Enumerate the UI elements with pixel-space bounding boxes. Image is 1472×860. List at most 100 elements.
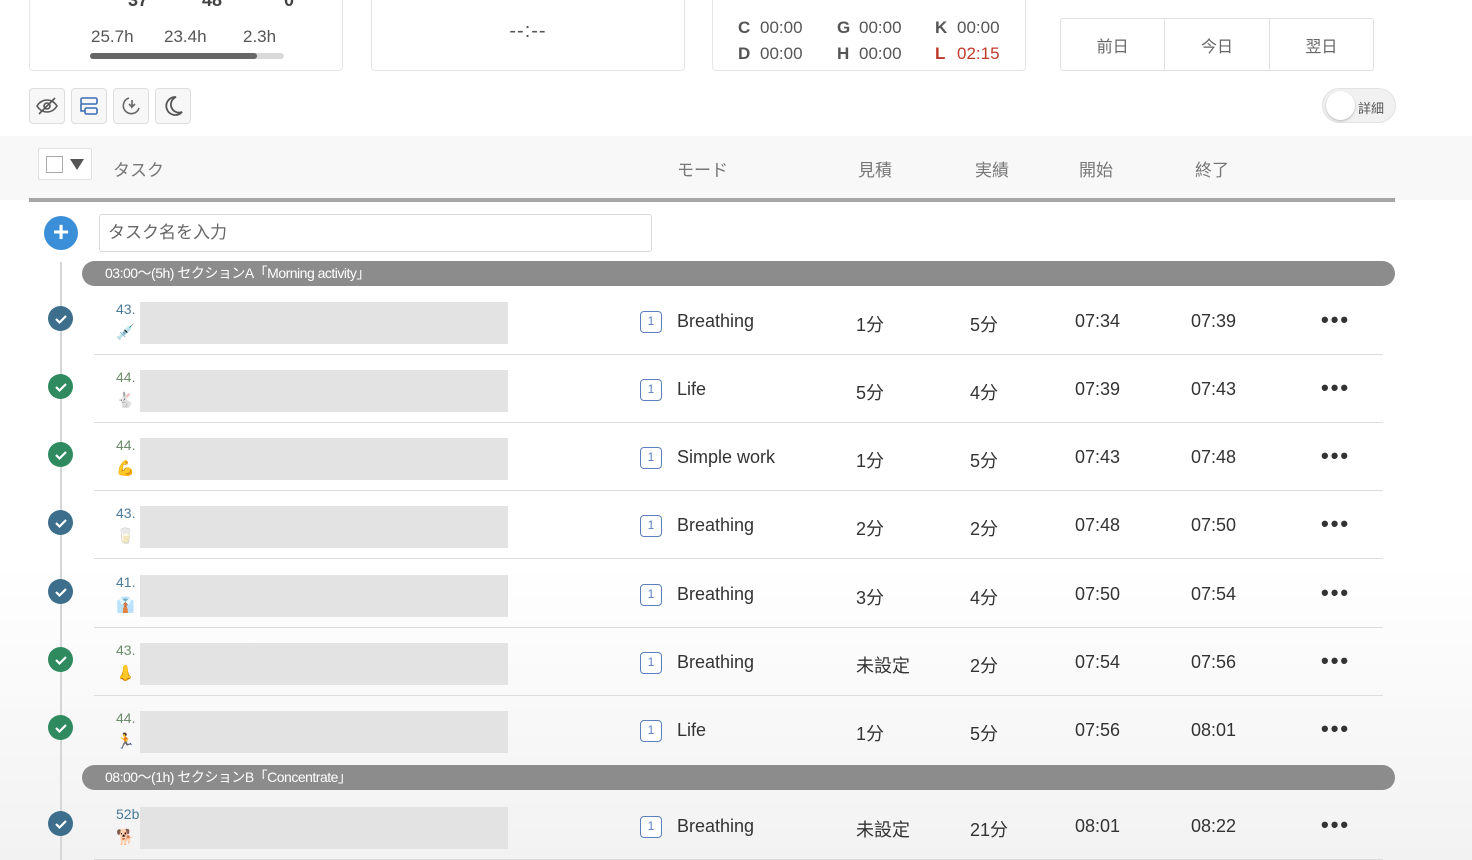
task-start[interactable]: 07:39 xyxy=(1075,379,1120,400)
completed-check-icon[interactable] xyxy=(48,442,73,467)
task-mode[interactable]: Breathing xyxy=(677,515,754,536)
more-options-button[interactable]: ••• xyxy=(1321,716,1350,742)
task-actual[interactable]: 5分 xyxy=(970,447,998,473)
task-end[interactable]: 07:50 xyxy=(1191,515,1236,536)
task-title-redacted[interactable] xyxy=(140,807,508,849)
caret-down-icon[interactable] xyxy=(70,159,84,170)
task-mode[interactable]: Breathing xyxy=(677,584,754,605)
task-estimate[interactable]: 未設定 xyxy=(856,816,910,842)
task-actual[interactable]: 2分 xyxy=(970,515,998,541)
task-title-redacted[interactable] xyxy=(140,506,508,548)
task-end[interactable]: 07:54 xyxy=(1191,584,1236,605)
task-end[interactable]: 07:56 xyxy=(1191,652,1236,673)
table-row[interactable]: 43.💉1Breathing1分5分07:3407:39••• xyxy=(0,287,1472,355)
header-estimate[interactable]: 見積 xyxy=(858,156,892,181)
more-options-button[interactable]: ••• xyxy=(1321,511,1350,537)
task-estimate[interactable]: 1分 xyxy=(856,720,884,746)
task-start[interactable]: 07:56 xyxy=(1075,720,1120,741)
task-title-redacted[interactable] xyxy=(140,370,508,412)
completed-check-icon[interactable] xyxy=(48,647,73,672)
task-mode[interactable]: Breathing xyxy=(677,816,754,837)
task-estimate[interactable]: 2分 xyxy=(856,515,884,541)
task-title-redacted[interactable] xyxy=(140,575,508,617)
task-start[interactable]: 08:01 xyxy=(1075,816,1120,837)
header-task[interactable]: タスク xyxy=(113,156,164,181)
table-row[interactable]: 43.🥛1Breathing2分2分07:4807:50••• xyxy=(0,491,1472,559)
table-header xyxy=(0,136,1472,200)
grade-k: K00:00 xyxy=(935,18,1000,38)
section-view-button[interactable] xyxy=(71,88,107,124)
header-actual[interactable]: 実績 xyxy=(975,156,1009,181)
task-title-redacted[interactable] xyxy=(140,643,508,685)
add-task-button[interactable]: + xyxy=(44,216,78,250)
task-title-redacted[interactable] xyxy=(140,438,508,480)
task-mode[interactable]: Life xyxy=(677,720,706,741)
task-mode[interactable]: Breathing xyxy=(677,311,754,332)
night-mode-button[interactable] xyxy=(155,88,191,124)
completed-check-icon[interactable] xyxy=(48,811,73,836)
task-actual[interactable]: 4分 xyxy=(970,584,998,610)
task-estimate[interactable]: 5分 xyxy=(856,379,884,405)
cut-value: 37 xyxy=(128,0,148,11)
table-row[interactable]: 41.👔1Breathing3分4分07:5007:54••• xyxy=(0,560,1472,628)
completed-check-icon[interactable] xyxy=(48,510,73,535)
task-start[interactable]: 07:34 xyxy=(1075,311,1120,332)
next-day-button[interactable]: 翌日 xyxy=(1270,19,1373,70)
task-estimate[interactable]: 未設定 xyxy=(856,652,910,678)
task-mode[interactable]: Life xyxy=(677,379,706,400)
task-end[interactable]: 07:48 xyxy=(1191,447,1236,468)
task-estimate[interactable]: 1分 xyxy=(856,311,884,337)
task-start[interactable]: 07:50 xyxy=(1075,584,1120,605)
task-actual[interactable]: 4分 xyxy=(970,379,998,405)
task-end[interactable]: 07:43 xyxy=(1191,379,1236,400)
completed-check-icon[interactable] xyxy=(48,715,73,740)
table-row[interactable]: 44.🐇1Life5分4分07:3907:43••• xyxy=(0,355,1472,423)
more-options-button[interactable]: ••• xyxy=(1321,812,1350,838)
task-mode[interactable]: Breathing xyxy=(677,652,754,673)
task-title-redacted[interactable] xyxy=(140,711,508,753)
hide-completed-button[interactable] xyxy=(29,88,65,124)
task-estimate[interactable]: 3分 xyxy=(856,584,884,610)
more-options-button[interactable]: ••• xyxy=(1321,375,1350,401)
completed-check-icon[interactable] xyxy=(48,374,73,399)
sleep-mode-button[interactable] xyxy=(113,88,149,124)
table-row[interactable]: 44.🏃1Life1分5分07:5608:01••• xyxy=(0,696,1472,764)
task-name-input[interactable] xyxy=(99,214,652,252)
task-estimate[interactable]: 1分 xyxy=(856,447,884,473)
table-row[interactable]: 44.💪1Simple work1分5分07:4307:48••• xyxy=(0,423,1472,491)
task-actual[interactable]: 5分 xyxy=(970,720,998,746)
task-title-redacted[interactable] xyxy=(140,302,508,344)
more-options-button[interactable]: ••• xyxy=(1321,580,1350,606)
task-id: 43. xyxy=(116,505,135,521)
list-tree-icon xyxy=(77,94,101,118)
bulk-select[interactable] xyxy=(38,148,92,180)
more-options-button[interactable]: ••• xyxy=(1321,443,1350,469)
grade-d: D00:00 xyxy=(738,44,803,64)
task-end[interactable]: 08:01 xyxy=(1191,720,1236,741)
header-end[interactable]: 終了 xyxy=(1195,156,1229,181)
task-start[interactable]: 07:43 xyxy=(1075,447,1120,468)
task-end[interactable]: 07:39 xyxy=(1191,311,1236,332)
task-actual[interactable]: 2分 xyxy=(970,652,998,678)
completed-check-icon[interactable] xyxy=(48,579,73,604)
task-emoji-icon: 👔 xyxy=(116,596,135,614)
task-start[interactable]: 07:54 xyxy=(1075,652,1120,673)
task-mode[interactable]: Simple work xyxy=(677,447,775,468)
section-header-a[interactable]: 03:00〜(5h) セクションA「Morning activity」 xyxy=(82,261,1395,286)
task-actual[interactable]: 21分 xyxy=(970,816,1008,842)
more-options-button[interactable]: ••• xyxy=(1321,307,1350,333)
task-start[interactable]: 07:48 xyxy=(1075,515,1120,536)
table-row[interactable]: 52b🐕1Breathing未設定21分08:0108:22••• xyxy=(0,792,1472,860)
table-row[interactable]: 43.👃1Breathing未設定2分07:5407:56••• xyxy=(0,628,1472,696)
prev-day-button[interactable]: 前日 xyxy=(1061,19,1165,70)
section-header-b[interactable]: 08:00〜(1h) セクションB「Concentrate」 xyxy=(82,765,1395,790)
header-mode[interactable]: モード xyxy=(677,156,728,181)
detail-toggle[interactable]: 詳細 xyxy=(1322,88,1396,123)
select-all-checkbox[interactable] xyxy=(46,156,63,173)
task-actual[interactable]: 5分 xyxy=(970,311,998,337)
completed-check-icon[interactable] xyxy=(48,306,73,331)
header-start[interactable]: 開始 xyxy=(1079,156,1113,181)
task-end[interactable]: 08:22 xyxy=(1191,816,1236,837)
today-button[interactable]: 今日 xyxy=(1165,19,1269,70)
more-options-button[interactable]: ••• xyxy=(1321,648,1350,674)
